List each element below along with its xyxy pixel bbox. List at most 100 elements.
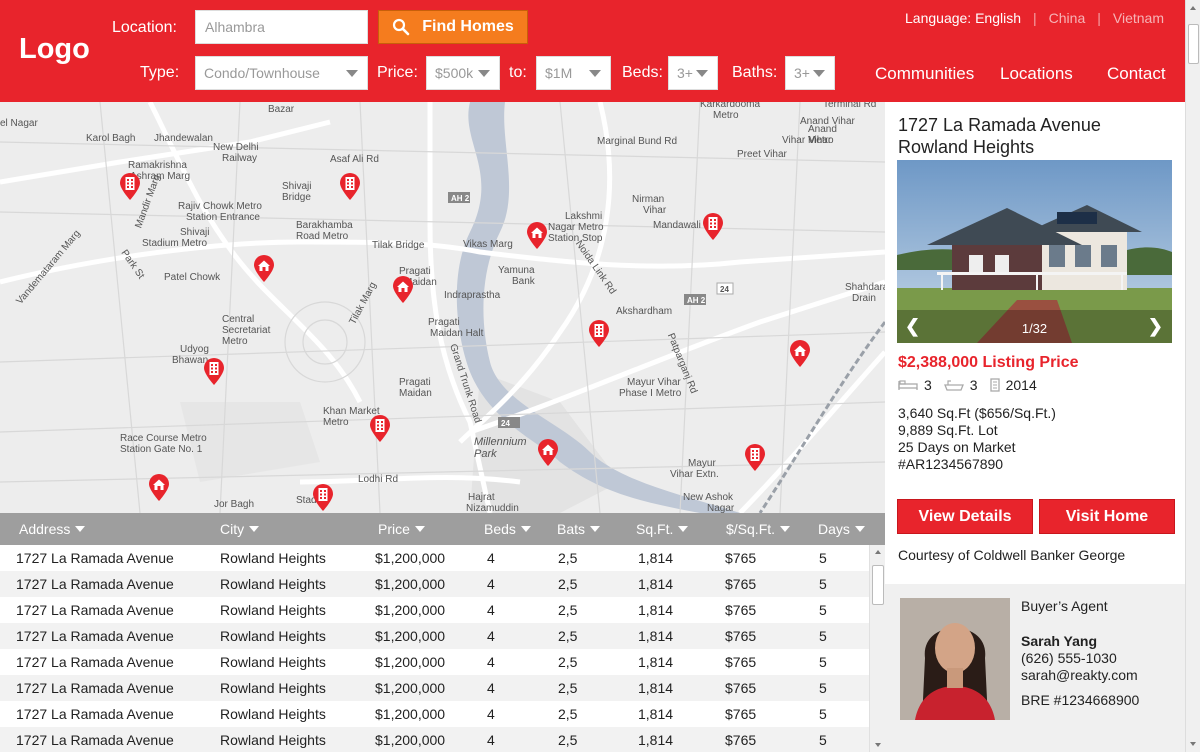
nav-communities[interactable]: Communities xyxy=(875,64,974,84)
table-row[interactable]: 1727 La Ramada Avenue Rowland Heights $1,2… xyxy=(0,545,869,571)
building-pin-icon[interactable] xyxy=(312,484,334,512)
nav-contact[interactable]: Contact xyxy=(1107,64,1166,84)
map-label: Pragati xyxy=(399,377,431,388)
map-label: Udyog xyxy=(180,344,209,355)
cell-address: 1727 La Ramada Avenue xyxy=(16,576,174,592)
building-pin-icon[interactable] xyxy=(339,173,361,201)
building-pin-icon[interactable] xyxy=(119,173,141,201)
agent-email[interactable]: sarah@reakty.com xyxy=(1021,667,1139,684)
cell-city: Rowland Heights xyxy=(220,732,326,748)
price-min-select[interactable]: $500k xyxy=(426,56,500,90)
house-pin-icon[interactable] xyxy=(392,276,414,304)
listing-sqft: 3,640 Sq.Ft ($656/Sq.Ft.) xyxy=(898,405,1056,421)
column-header-city[interactable]: City xyxy=(220,521,260,537)
bed-icon xyxy=(898,380,918,390)
scroll-thumb[interactable] xyxy=(872,565,884,605)
map-label: Shahdara xyxy=(845,282,885,293)
scroll-up-icon[interactable] xyxy=(1190,6,1196,10)
type-select[interactable]: Condo/Townhouse xyxy=(195,56,368,90)
column-header-sqft[interactable]: Sq.Ft. xyxy=(636,521,689,537)
house-pin-icon[interactable] xyxy=(537,439,559,467)
cell-sqft: 1,814 xyxy=(638,550,674,566)
building-pin-icon[interactable] xyxy=(588,320,610,348)
listing-lot: 9,889 Sq.Ft. Lot xyxy=(898,422,998,438)
to-label: to: xyxy=(509,64,527,81)
map-label: Maidan xyxy=(399,388,432,399)
table-scrollbar[interactable] xyxy=(869,545,885,752)
type-select-value: Condo/Townhouse xyxy=(204,65,320,81)
house-pin-icon[interactable] xyxy=(253,255,275,283)
find-homes-label: Find Homes xyxy=(422,18,514,35)
map-label: Marginal Bund Rd xyxy=(597,136,678,147)
listing-days-on-market: 25 Days on Market xyxy=(898,439,1016,455)
baths-label: Baths: xyxy=(732,64,778,81)
language-english[interactable]: English xyxy=(975,10,1021,26)
chevron-down-icon xyxy=(478,70,490,77)
language-vietnam[interactable]: Vietnam xyxy=(1113,10,1164,26)
beds-select[interactable]: 3+ xyxy=(668,56,718,90)
column-header-price[interactable]: Price xyxy=(378,521,425,537)
map-label: Nirman xyxy=(632,194,665,205)
cell-sqft: 1,814 xyxy=(638,628,674,644)
scroll-down-icon[interactable] xyxy=(1190,742,1196,746)
table-row[interactable]: 1727 La Ramada Avenue Rowland Heights $1,2… xyxy=(0,675,869,701)
house-pin-icon[interactable] xyxy=(526,222,548,250)
building-pin-icon[interactable] xyxy=(203,358,225,386)
visit-home-button[interactable]: Visit Home xyxy=(1039,499,1175,534)
scroll-up-icon[interactable] xyxy=(875,550,881,554)
map-label: Maidan Halt xyxy=(430,328,484,339)
language-china[interactable]: China xyxy=(1049,10,1086,26)
column-header-baths[interactable]: Bats xyxy=(557,521,601,537)
map-label: Asaf Ali Rd xyxy=(330,154,379,165)
cell-baths: 2,5 xyxy=(558,706,578,722)
table-row[interactable]: 1727 La Ramada Avenue Rowland Heights $1,2… xyxy=(0,701,869,727)
table-row[interactable]: 1727 La Ramada Avenue Rowland Heights $1,2… xyxy=(0,597,869,623)
photo-counter: 1/32 xyxy=(1021,321,1048,336)
location-input[interactable]: Alhambra xyxy=(195,10,368,44)
logo[interactable]: Logo xyxy=(19,33,90,66)
divider: | xyxy=(1033,10,1037,26)
listing-price: $2,388,000 Listing Price xyxy=(898,354,1079,371)
table-row[interactable]: 1727 La Ramada Avenue Rowland Heights $1,2… xyxy=(0,571,869,597)
table-row[interactable]: 1727 La Ramada Avenue Rowland Heights $1,2… xyxy=(0,623,869,649)
view-details-button[interactable]: View Details xyxy=(897,499,1033,534)
column-header-beds[interactable]: Beds xyxy=(484,521,531,537)
baths-select[interactable]: 3+ xyxy=(785,56,835,90)
cell-days: 5 xyxy=(819,732,827,748)
cell-address: 1727 La Ramada Avenue xyxy=(16,732,174,748)
carousel-next-icon[interactable]: ❯ xyxy=(1148,316,1163,337)
cell-days: 5 xyxy=(819,680,827,696)
cell-city: Rowland Heights xyxy=(220,628,326,644)
map-label: Indraprastha xyxy=(444,290,501,301)
sort-down-icon xyxy=(520,526,531,532)
page-scrollbar[interactable] xyxy=(1185,0,1200,752)
agent-info: Buyer’s Agent Sarah Yang (626) 555-1030 … xyxy=(1021,598,1139,709)
table-row[interactable]: 1727 La Ramada Avenue Rowland Heights $1,2… xyxy=(0,727,869,752)
map-view[interactable]: AH 2 AH 2 24 24 Bazar el Nagar Karol Bag… xyxy=(0,102,885,513)
bathtub-icon xyxy=(943,380,964,391)
house-pin-icon[interactable] xyxy=(789,340,811,368)
cell-sqft: 1,814 xyxy=(638,706,674,722)
building-pin-icon[interactable] xyxy=(702,213,724,241)
cell-sqft: 1,814 xyxy=(638,576,674,592)
map-label: Lakshmi xyxy=(565,211,603,222)
house-pin-icon[interactable] xyxy=(148,474,170,502)
building-pin-icon[interactable] xyxy=(744,444,766,472)
map-label: Shivaji xyxy=(180,227,210,238)
column-header-price-per-sqft[interactable]: $/Sq.Ft. xyxy=(726,521,791,537)
find-homes-button[interactable]: Find Homes xyxy=(378,10,528,44)
table-row[interactable]: 1727 La Ramada Avenue Rowland Heights $1,2… xyxy=(0,649,869,675)
agent-phone[interactable]: (626) 555-1030 xyxy=(1021,650,1139,667)
column-header-days[interactable]: Days xyxy=(818,521,865,537)
scroll-thumb[interactable] xyxy=(1188,24,1199,64)
location-label: Location: xyxy=(112,19,177,36)
listing-features: 3 3 2014 xyxy=(898,377,1037,393)
map-label: Vikas Marg xyxy=(463,239,513,250)
beds-count: 3 xyxy=(924,377,932,393)
building-pin-icon[interactable] xyxy=(369,415,391,443)
column-header-address[interactable]: Address xyxy=(19,521,86,537)
price-max-select[interactable]: $1M xyxy=(536,56,611,90)
listing-photo-carousel[interactable]: ❮ 1/32 ❯ xyxy=(897,160,1172,343)
scroll-down-icon[interactable] xyxy=(875,743,881,747)
nav-locations[interactable]: Locations xyxy=(1000,64,1073,84)
